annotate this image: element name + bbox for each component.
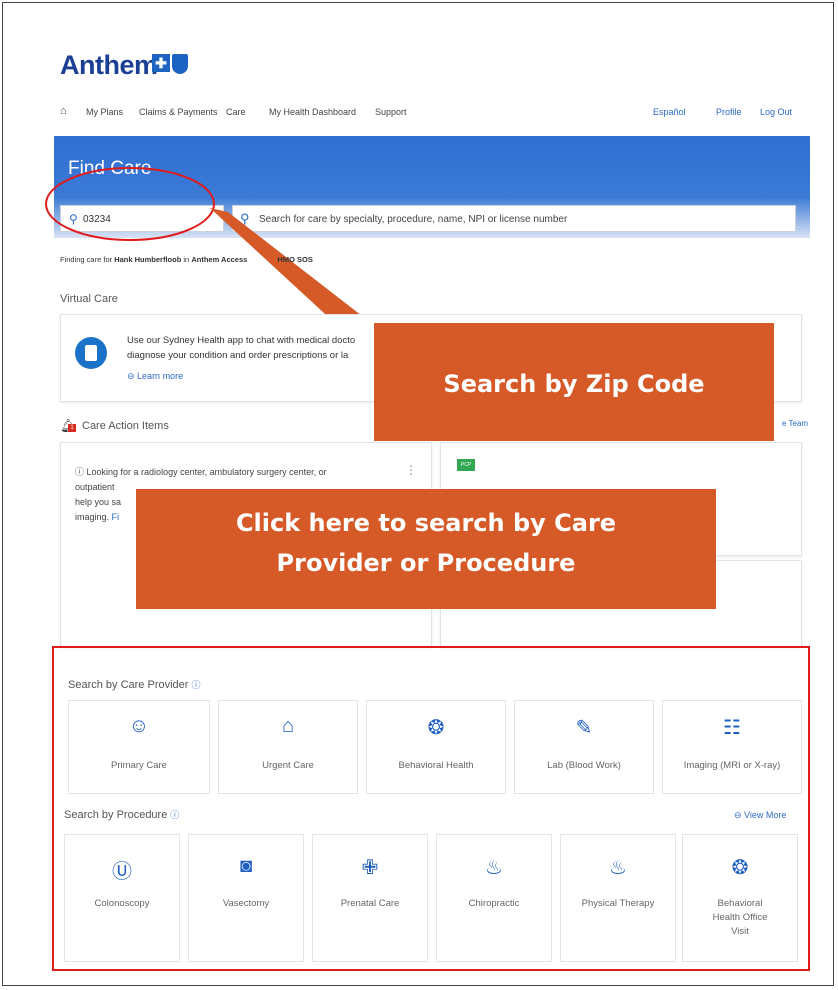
tile-label: Prenatal Care — [340, 898, 400, 909]
view-more-label: View More — [744, 810, 787, 820]
brain-icon: ❂ — [427, 717, 445, 739]
care-action-items-label: Care Action Items — [82, 420, 169, 432]
provider-tile-behavioral-health[interactable]: ❂ Behavioral Health — [366, 700, 506, 794]
tile-label: Imaging (MRI or X-ray) — [683, 760, 781, 771]
plan-name: Anthem Access — [191, 255, 248, 264]
medical-cross-icon: ✙ — [361, 857, 379, 879]
radiology-line1: Looking for a radiology center, ambulato… — [86, 467, 327, 477]
zip-callout: Search by Zip Code — [374, 323, 774, 441]
radiology-line4: imaging. — [75, 512, 110, 522]
tile-label-line1: Behavioral — [717, 898, 763, 909]
procedure-tile-physical-therapy[interactable]: ♨ Physical Therapy — [560, 834, 676, 962]
tile-label: Colonoscopy — [94, 898, 150, 909]
virtual-care-text: Use our Sydney Health app to chat with m… — [127, 333, 387, 363]
procedure-section-title: Search by Procedure — [64, 809, 168, 821]
provider-callout: Click here to search by Care Provider or… — [136, 489, 716, 609]
more-options-icon[interactable]: ⋮ — [405, 463, 417, 477]
provider-tile-urgent-care[interactable]: ⌂ Urgent Care — [218, 700, 358, 794]
brain-icon: ❂ — [731, 857, 749, 879]
urgent-care-icon: ⌂ — [281, 715, 295, 737]
tile-label: Primary Care — [111, 760, 167, 771]
finding-care-text: Finding care for Hank Humberfloob in Ant… — [60, 255, 313, 264]
tile-label: Urgent Care — [262, 760, 314, 771]
tile-label-line3: Visit — [731, 926, 749, 937]
tile-label: Behavioral Health — [398, 760, 474, 771]
procedure-tile-colonoscopy[interactable]: Ⓤ Colonoscopy — [64, 834, 180, 962]
info-icon[interactable]: ⓘ — [192, 680, 201, 690]
procedure-tile-behavioral-visit[interactable]: ❂ Behavioral Health Office Visit — [682, 834, 798, 962]
finding-prefix: Finding care for — [60, 255, 113, 264]
radiology-link[interactable]: Fi — [112, 512, 120, 522]
zip-callout-text: Search by Zip Code — [443, 370, 705, 398]
zip-highlight-ellipse — [45, 167, 215, 241]
tile-label: Vasectomy — [222, 898, 270, 909]
tile-label: Behavioral Health Office Visit — [687, 897, 793, 939]
virtual-care-line2: diagnose your condition and order prescr… — [127, 350, 349, 361]
provider-section-label: Search by Care Provider ⓘ — [68, 678, 201, 691]
tile-label: Lab (Blood Work) — [547, 760, 621, 771]
procedure-tile-prenatal[interactable]: ✙ Prenatal Care — [312, 834, 428, 962]
finding-in: in — [183, 255, 190, 264]
xray-icon: ☷ — [723, 717, 741, 739]
procedure-section-label: Search by Procedure ⓘ — [64, 808, 179, 821]
view-more-link[interactable]: ⊖ View More — [734, 810, 786, 821]
procedure-tile-chiropractic[interactable]: ♨ Chiropractic — [436, 834, 552, 962]
syringe-icon: ✎ — [575, 717, 593, 739]
provider-callout-line2: Provider or Procedure — [276, 549, 576, 577]
tile-label-line2: Health Office — [712, 912, 768, 923]
doctor-icon: ☺ — [128, 715, 150, 737]
info-icon[interactable]: ⓘ — [170, 810, 179, 820]
colon-icon: Ⓤ — [112, 861, 132, 883]
notification-badge: 1 — [68, 424, 76, 432]
learn-more-label: Learn more — [137, 371, 184, 381]
provider-callout-line1: Click here to search by Care — [235, 509, 617, 537]
tile-label: Chiropractic — [468, 898, 520, 909]
virtual-care-line1: Use our Sydney Health app to chat with m… — [127, 335, 356, 346]
virtual-care-label: Virtual Care — [60, 293, 118, 305]
provider-tile-primary-care[interactable]: ☺ Primary Care — [68, 700, 210, 794]
provider-tile-imaging[interactable]: ☷ Imaging (MRI or X-ray) — [662, 700, 802, 794]
learn-more-link[interactable]: ⊖ Learn more — [127, 371, 183, 382]
provider-tile-lab[interactable]: ✎ Lab (Blood Work) — [514, 700, 654, 794]
care-team-link[interactable]: e Team — [782, 419, 808, 428]
vasectomy-icon: ◙ — [239, 855, 253, 877]
provider-section-title: Search by Care Provider — [68, 679, 189, 691]
sydney-app-icon — [75, 337, 107, 369]
tile-label: Physical Therapy — [581, 898, 655, 909]
physical-therapy-icon: ♨ — [609, 857, 627, 879]
pcp-badge: PCP — [457, 459, 475, 471]
plan-suffix: HMO SOS — [277, 255, 313, 264]
procedure-tile-vasectomy[interactable]: ◙ Vasectomy — [188, 834, 304, 962]
member-name: Hank Humberfloob — [114, 255, 182, 264]
chiropractic-icon: ♨ — [485, 857, 503, 879]
